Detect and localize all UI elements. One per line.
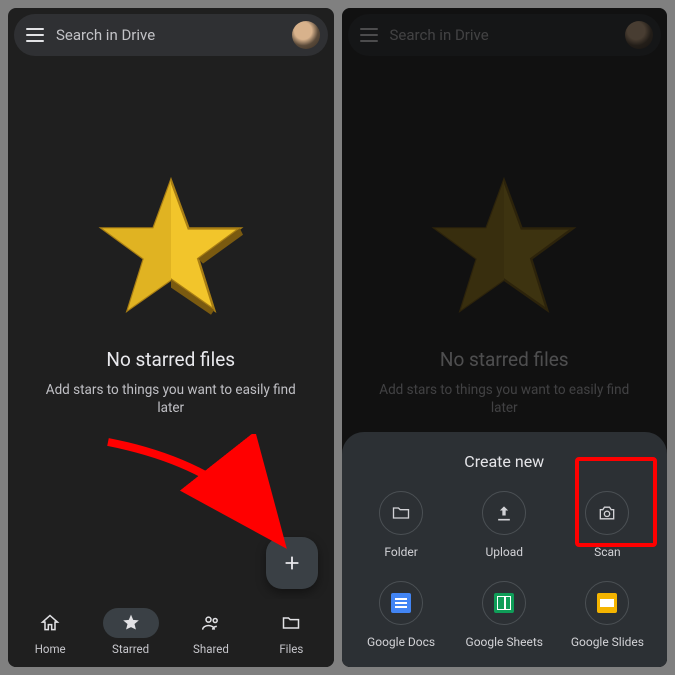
- search-placeholder: Search in Drive: [56, 26, 280, 44]
- empty-title: No starred files: [8, 348, 334, 371]
- create-sheets[interactable]: Google Sheets: [453, 581, 556, 649]
- bottom-nav: Home Starred Shared Files: [8, 599, 334, 667]
- star-icon: [121, 613, 141, 633]
- create-upload[interactable]: Upload: [453, 491, 556, 559]
- slides-icon: [597, 593, 617, 613]
- upload-icon: [494, 503, 514, 523]
- plus-icon: [281, 552, 303, 574]
- sheets-icon: [494, 593, 514, 613]
- avatar[interactable]: [292, 21, 320, 49]
- empty-subtitle: Add stars to things you want to easily f…: [8, 381, 334, 417]
- screen-starred-empty: Search in Drive No starred files Add sta…: [8, 8, 334, 667]
- search-bar[interactable]: Search in Drive: [14, 14, 328, 56]
- annotation-highlight-scan: [575, 457, 657, 547]
- folder-icon: [391, 503, 411, 523]
- home-icon: [40, 613, 60, 633]
- create-slides[interactable]: Google Slides: [556, 581, 659, 649]
- screen-create-sheet: Search in Drive No starred files Add sta…: [342, 8, 668, 667]
- nav-shared[interactable]: Shared: [183, 608, 239, 656]
- people-icon: [201, 613, 221, 633]
- docs-icon: [391, 593, 411, 613]
- fab-new[interactable]: [266, 537, 318, 589]
- nav-files[interactable]: Files: [263, 608, 319, 656]
- star-illustration: [8, 166, 334, 326]
- nav-starred[interactable]: Starred: [103, 608, 159, 656]
- menu-icon[interactable]: [26, 28, 44, 42]
- folder-icon: [281, 613, 301, 633]
- create-folder[interactable]: Folder: [350, 491, 453, 559]
- create-docs[interactable]: Google Docs: [350, 581, 453, 649]
- nav-home[interactable]: Home: [22, 608, 78, 656]
